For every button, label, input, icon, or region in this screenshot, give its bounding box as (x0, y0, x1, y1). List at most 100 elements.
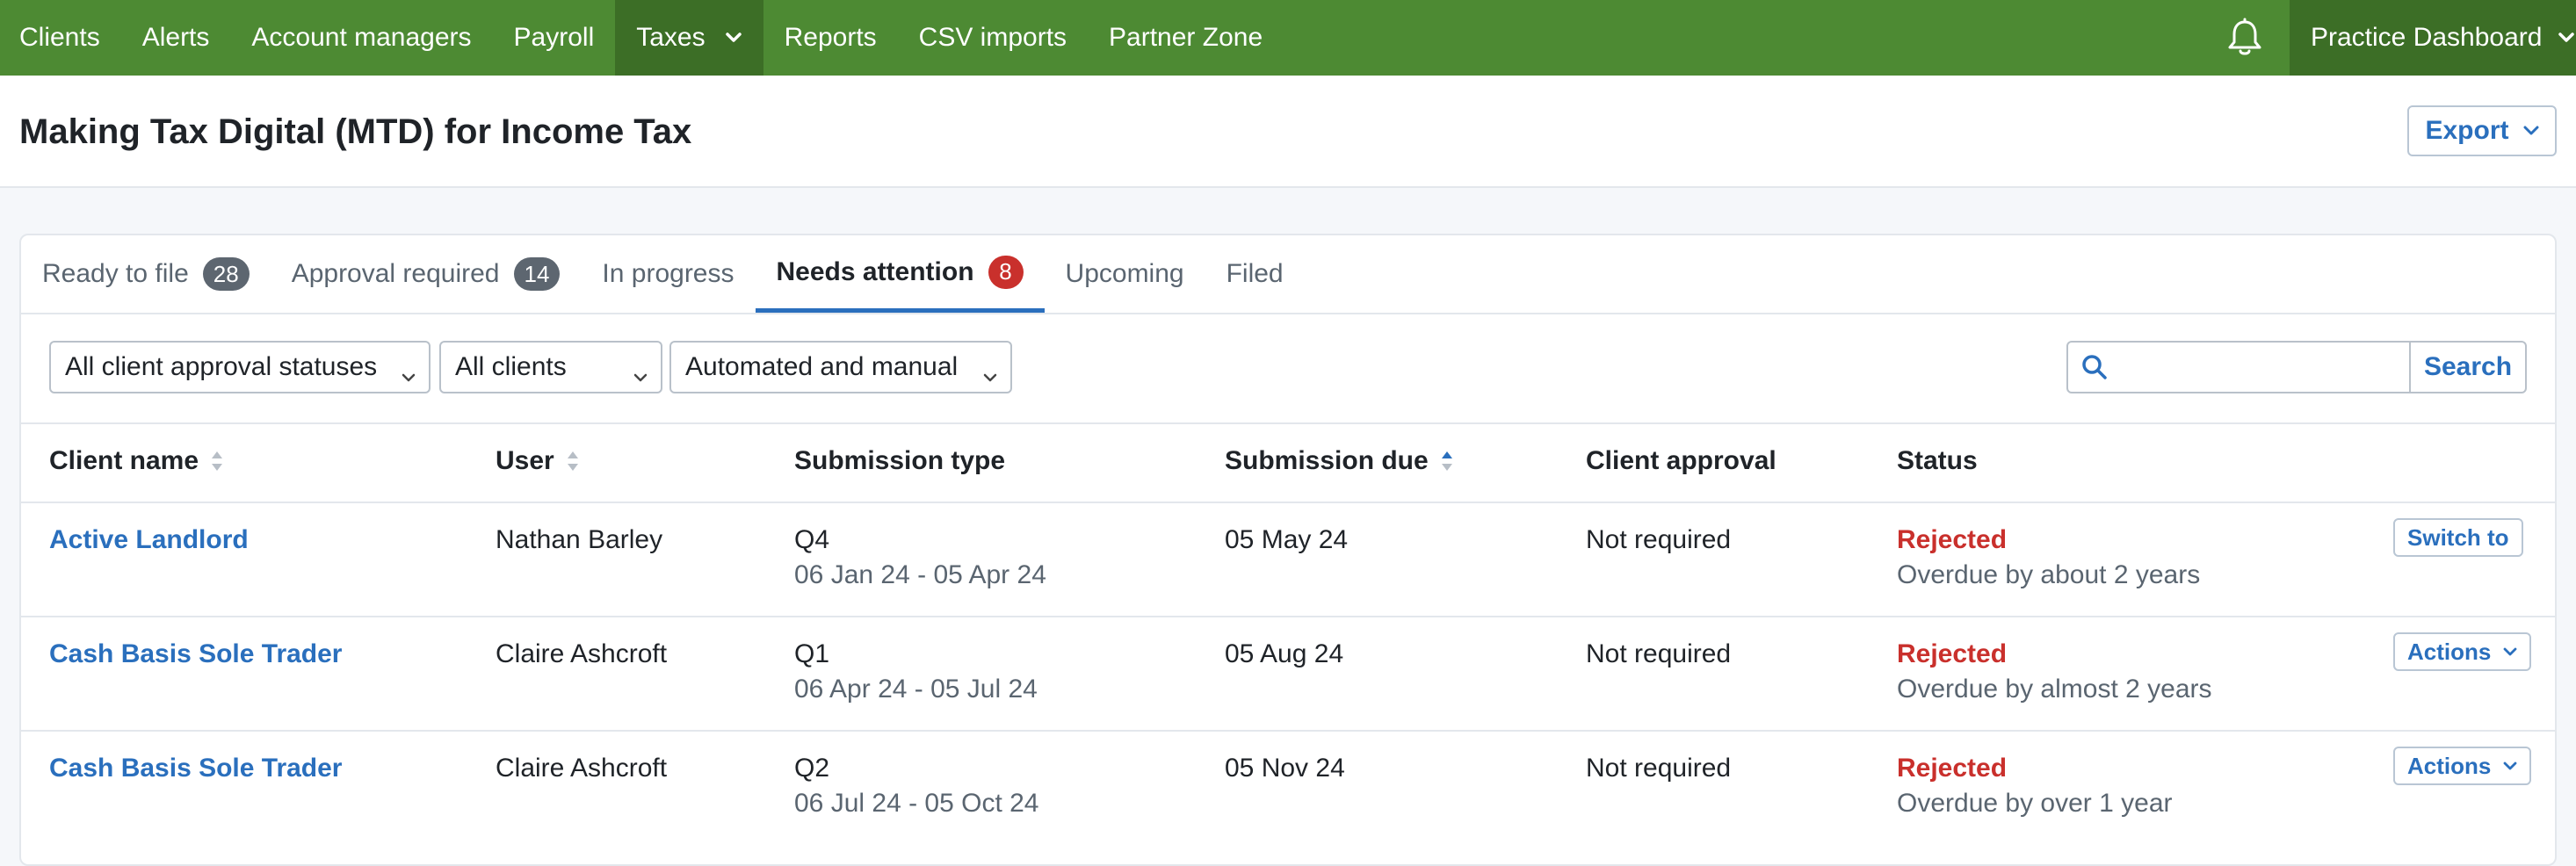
nav-item-label: CSV imports (918, 23, 1067, 52)
bell-icon[interactable] (2207, 0, 2283, 76)
tab-in-progress[interactable]: In progress (581, 235, 755, 313)
export-button-label: Export (2425, 116, 2509, 145)
practice-dashboard-label: Practice Dashboard (2311, 23, 2543, 52)
chevron-down-icon (982, 360, 998, 390)
client-name-link[interactable]: Active Landlord (49, 525, 249, 555)
column-header-status: Status (1897, 446, 1978, 476)
submission-due-date: 05 Aug 24 (1225, 639, 1344, 668)
table-row-divider (21, 730, 2555, 732)
nav-item-account-managers[interactable]: Account managers (230, 0, 492, 76)
nav-item-reports[interactable]: Reports (763, 0, 898, 76)
status-detail: Overdue by almost 2 years (1897, 675, 2212, 704)
submission-period: 06 Jan 24 - 05 Apr 24 (794, 560, 1046, 589)
tab-label: Approval required (291, 259, 500, 288)
search-button[interactable]: Search (2409, 343, 2525, 392)
chevron-down-icon (401, 360, 416, 390)
submission-due-date: 05 May 24 (1225, 525, 1349, 554)
column-header-label: Client name (49, 446, 199, 475)
tab-label: Filed (1226, 259, 1284, 288)
filter-bar: All client approval statuses All clients… (49, 341, 2527, 395)
chevron-down-icon (2503, 761, 2517, 771)
client-name-link[interactable]: Cash Basis Sole Trader (49, 754, 343, 783)
tab-ready-to-file[interactable]: Ready to file 28 (21, 235, 271, 313)
nav-item-payroll[interactable]: Payroll (493, 0, 616, 76)
select-value: All clients (455, 352, 567, 381)
select-value: All client approval statuses (65, 352, 378, 381)
nav-item-csv-imports[interactable]: CSV imports (898, 0, 1088, 76)
column-header-user[interactable]: User (496, 446, 579, 476)
mtd-submissions-card: Ready to file 28 Approval required 14 In… (19, 234, 2557, 866)
submission-due-date: 05 Nov 24 (1225, 754, 1345, 783)
client-approval-value: Not required (1586, 639, 1732, 668)
client-name-link[interactable]: Cash Basis Sole Trader (49, 639, 343, 669)
nav-item-label: Partner Zone (1109, 23, 1263, 52)
chevron-down-icon (633, 360, 648, 390)
tab-approval-required[interactable]: Approval required 14 (271, 235, 582, 313)
column-header-label: Submission due (1225, 446, 1429, 475)
status-text: Rejected (1897, 754, 2008, 783)
page-header: Making Tax Digital (MTD) for Income Tax … (0, 76, 2576, 188)
chevron-down-icon (2558, 32, 2575, 44)
search-box: Search (2066, 341, 2527, 393)
actions-button-label: Actions (2407, 638, 2492, 665)
status-text: Rejected (1897, 639, 2008, 668)
status-detail: Overdue by about 2 years (1897, 560, 2201, 589)
actions-button[interactable]: Actions (2393, 632, 2532, 671)
client-approval-value: Not required (1586, 525, 1732, 554)
switch-to-button-label: Switch to (2407, 523, 2509, 551)
nav-item-label: Payroll (513, 23, 595, 52)
column-header-label: Submission type (794, 446, 1006, 475)
nav-item-clients[interactable]: Clients (0, 0, 121, 76)
submission-type: Q2 (794, 754, 830, 783)
status-text: Rejected (1897, 525, 2008, 554)
sort-ascending-icon (1441, 450, 1453, 473)
tab-upcoming[interactable]: Upcoming (1045, 235, 1205, 313)
tab-needs-attention[interactable]: Needs attention 8 (755, 235, 1045, 313)
table-row-divider (21, 502, 2555, 503)
actions-button[interactable]: Actions (2393, 747, 2532, 785)
submission-type: Q4 (794, 525, 830, 554)
sort-icon (567, 450, 579, 473)
status-tabs: Ready to file 28 Approval required 14 In… (21, 235, 2555, 314)
top-navigation: Clients Alerts Account managers Payroll … (0, 0, 2576, 76)
page-title: Making Tax Digital (MTD) for Income Tax (19, 112, 692, 151)
tab-label: Ready to file (42, 259, 189, 288)
nav-item-taxes[interactable]: Taxes (615, 0, 763, 76)
column-header-label: User (496, 446, 554, 475)
column-header-label: Status (1897, 446, 1978, 475)
tab-label: In progress (602, 259, 734, 288)
chevron-down-icon (2503, 647, 2517, 657)
user-name: Claire Ashcroft (496, 639, 668, 668)
column-header-client-name[interactable]: Client name (49, 446, 223, 476)
submission-mode-select[interactable]: Automated and manual (669, 341, 1012, 393)
nav-item-alerts[interactable]: Alerts (121, 0, 231, 76)
table-row-divider (21, 616, 2555, 617)
count-badge: 14 (513, 257, 561, 291)
user-name: Nathan Barley (496, 525, 663, 554)
actions-button-label: Actions (2407, 752, 2492, 779)
column-header-client-approval: Client approval (1586, 446, 1776, 476)
export-button[interactable]: Export (2407, 105, 2557, 156)
tab-label: Needs attention (776, 256, 974, 286)
search-input[interactable] (2070, 344, 2413, 390)
column-header-label: Client approval (1586, 446, 1776, 475)
clients-select[interactable]: All clients (439, 341, 662, 393)
nav-right-group: Practice Dashboard (2207, 0, 2576, 76)
chevron-down-icon (2523, 126, 2539, 136)
search-button-label: Search (2423, 352, 2513, 381)
nav-item-label: Alerts (141, 23, 210, 52)
practice-dashboard-menu[interactable]: Practice Dashboard (2290, 0, 2576, 76)
column-header-submission-due[interactable]: Submission due (1225, 446, 1453, 476)
nav-item-partner-zone[interactable]: Partner Zone (1088, 0, 1284, 76)
nav-item-label: Account managers (251, 23, 472, 52)
switch-to-button[interactable]: Switch to (2393, 518, 2523, 557)
column-header-submission-type: Submission type (794, 446, 1005, 476)
submission-period: 06 Jul 24 - 05 Oct 24 (794, 789, 1039, 818)
sort-icon (211, 450, 223, 473)
submission-type: Q1 (794, 639, 830, 668)
approval-status-select[interactable]: All client approval statuses (49, 341, 431, 393)
tab-filed[interactable]: Filed (1205, 235, 1305, 313)
user-name: Claire Ashcroft (496, 754, 668, 783)
select-value: Automated and manual (685, 352, 959, 381)
status-detail: Overdue by over 1 year (1897, 789, 2173, 818)
